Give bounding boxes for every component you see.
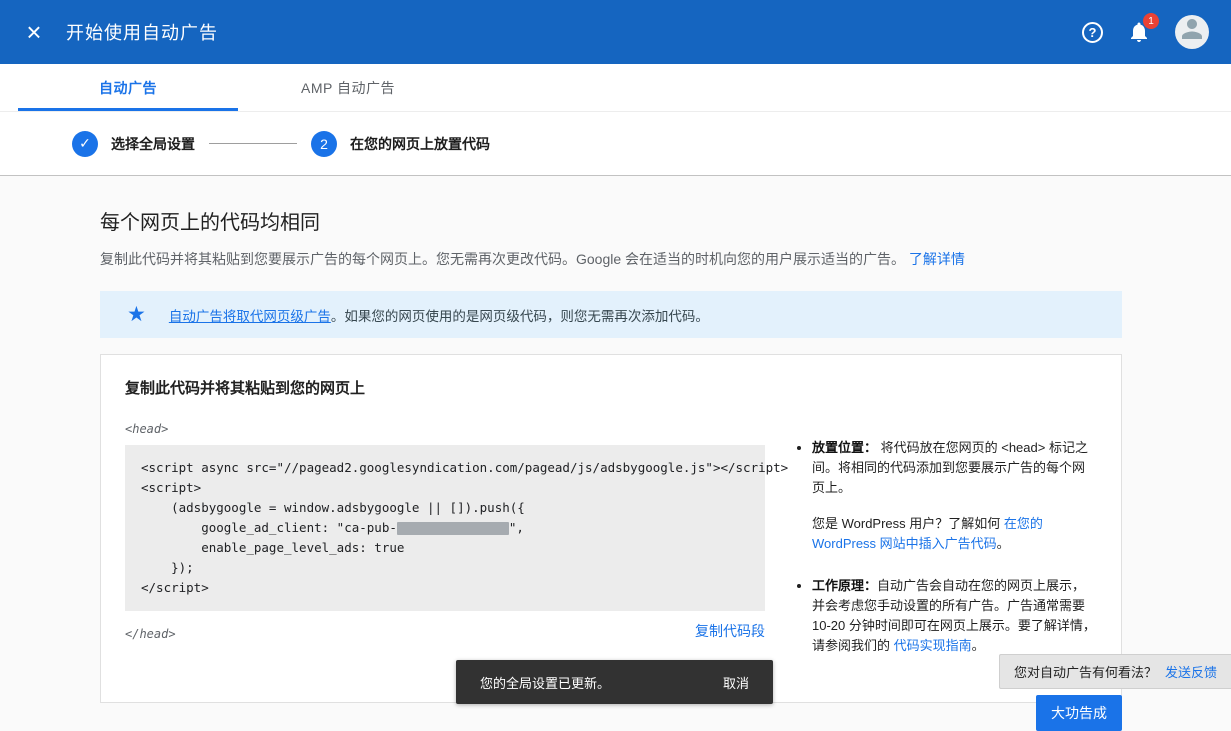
code-card: 复制此代码并将其粘贴到您的网页上 <head> <script async sr… [100,354,1122,703]
section-description: 复制此代码并将其粘贴到您要展示广告的每个网页上。您无需再次更改代码。Google… [100,249,1122,269]
avatar[interactable] [1175,15,1209,49]
code-line: (adsbygoogle = window.adsbygoogle || [])… [141,500,525,515]
close-icon[interactable]: × [14,12,54,52]
how-it-works-instruction: 工作原理：自动广告会自动在您的网页上展示，并会考虑您手动设置的所有广告。广告通常… [812,576,1097,656]
placement-instruction: 放置位置： 将代码放在您网页的 <head> 标记之间。将相同的代码添加到您要展… [812,438,1097,554]
code-line: </script> [141,580,209,595]
setup-stepper: ✓ 选择全局设置 2 在您的网页上放置代码 [0,112,1231,176]
send-feedback-link[interactable]: 发送反馈 [1165,662,1217,681]
how-it-works-text-after: 。 [971,638,985,653]
page-level-ads-link[interactable]: 自动广告将取代网页级广告 [169,309,331,324]
header: × 开始使用自动广告 ? 1 [0,0,1231,64]
implementation-guide-link[interactable]: 代码实现指南 [894,638,972,653]
tab-bar: 自动广告 AMP 自动广告 [0,64,1231,112]
tab-amp-auto-ads[interactable]: AMP 自动广告 [238,64,458,111]
step2-number: 2 [311,130,337,157]
main-content: 每个网页上的代码均相同 复制此代码并将其粘贴到您要展示广告的每个网页上。您无需再… [0,176,1231,703]
help-icon[interactable]: ? [1082,21,1103,43]
notification-badge: 1 [1143,13,1159,29]
notifications-button[interactable]: 1 [1127,13,1159,44]
wordpress-text-after: 。 [996,536,1010,551]
step2-label: 在您的网页上放置代码 [350,135,490,152]
tab-amp-auto-ads-label: AMP 自动广告 [301,79,395,96]
auto-ads-setup-window: × 开始使用自动广告 ? 1 自动广告 AMP 自动广告 ✓ 选择全局设置 2 … [0,0,1231,731]
redacted-publisher-id [396,522,509,535]
card-body: <head> <script async src="//pagead2.goog… [125,422,1097,678]
page-title: 开始使用自动广告 [66,23,218,43]
wordpress-note: 您是 WordPress 用户？了解如何 在您的 WordPress 网站中插入… [812,514,1097,554]
code-line-suffix: ", [508,520,524,535]
instructions-list: 放置位置： 将代码放在您网页的 <head> 标记之间。将相同的代码添加到您要展… [795,438,1097,656]
how-it-works-label: 工作原理： [812,578,878,593]
code-column: <head> <script async src="//pagead2.goog… [125,422,789,678]
star-icon: ★ [127,303,146,326]
tab-auto-ads[interactable]: 自动广告 [18,64,238,111]
code-line: <script> [141,480,202,495]
description-text: 复制此代码并将其粘贴到您要展示广告的每个网页上。您无需再次更改代码。Google… [100,251,906,267]
banner-text-rest: 。如果您的网页使用的是网页级代码，则您无需再次添加代码。 [330,308,709,324]
code-footer: </head> 复制代码段 [125,621,765,641]
code-line: <script async src="//pagead2.googlesyndi… [141,460,789,475]
banner-text: 自动广告将取代网页级广告。如果您的网页使用的是网页级代码，则您无需再次添加代码。 [169,305,709,325]
copy-code-link[interactable]: 复制代码段 [695,621,765,641]
head-close-tag: </head> [125,627,176,641]
toast-message: 您的全局设置已更新。 [480,675,611,691]
card-title: 复制此代码并将其粘贴到您的网页上 [125,380,366,397]
info-banner: ★ 自动广告将取代网页级广告。如果您的网页使用的是网页级代码，则您无需再次添加代… [100,291,1122,338]
done-button[interactable]: 大功告成 [1036,695,1122,731]
bell-icon [1127,22,1151,48]
ad-code-snippet: <script async src="//pagead2.googlesyndi… [125,445,789,611]
wordpress-text: 您是 WordPress 用户？了解如何 [812,516,1004,531]
person-icon [1177,15,1207,49]
code-line-prefix: google_ad_client: "ca-pub- [141,520,397,535]
instructions-column: 放置位置： 将代码放在您网页的 <head> 标记之间。将相同的代码添加到您要展… [795,422,1097,678]
settings-updated-toast: 您的全局设置已更新。 取消 [456,660,773,704]
step-2: 2 在您的网页上放置代码 [311,130,490,157]
learn-more-link[interactable]: 了解详情 [909,251,965,267]
feedback-question: 您对自动广告有何看法？ [1013,665,1157,680]
step-1: ✓ 选择全局设置 [72,130,195,157]
undo-button[interactable]: 取消 [723,673,749,692]
code-line-publisher-id: google_ad_client: "ca-pub- ", [141,518,749,538]
code-line: enable_page_level_ads: true [141,540,405,555]
step-connector [209,143,297,144]
placement-label: 放置位置： [812,440,878,455]
code-line: }); [141,560,194,575]
section-heading: 每个网页上的代码均相同 [100,212,320,234]
head-open-tag: <head> [125,422,169,436]
tab-auto-ads-label: 自动广告 [99,79,157,96]
step1-label: 选择全局设置 [111,135,195,152]
feedback-bar: 您对自动广告有何看法？ 发送反馈 [998,654,1231,689]
header-actions: ? 1 [1082,13,1209,49]
step1-check-icon: ✓ [72,130,98,157]
